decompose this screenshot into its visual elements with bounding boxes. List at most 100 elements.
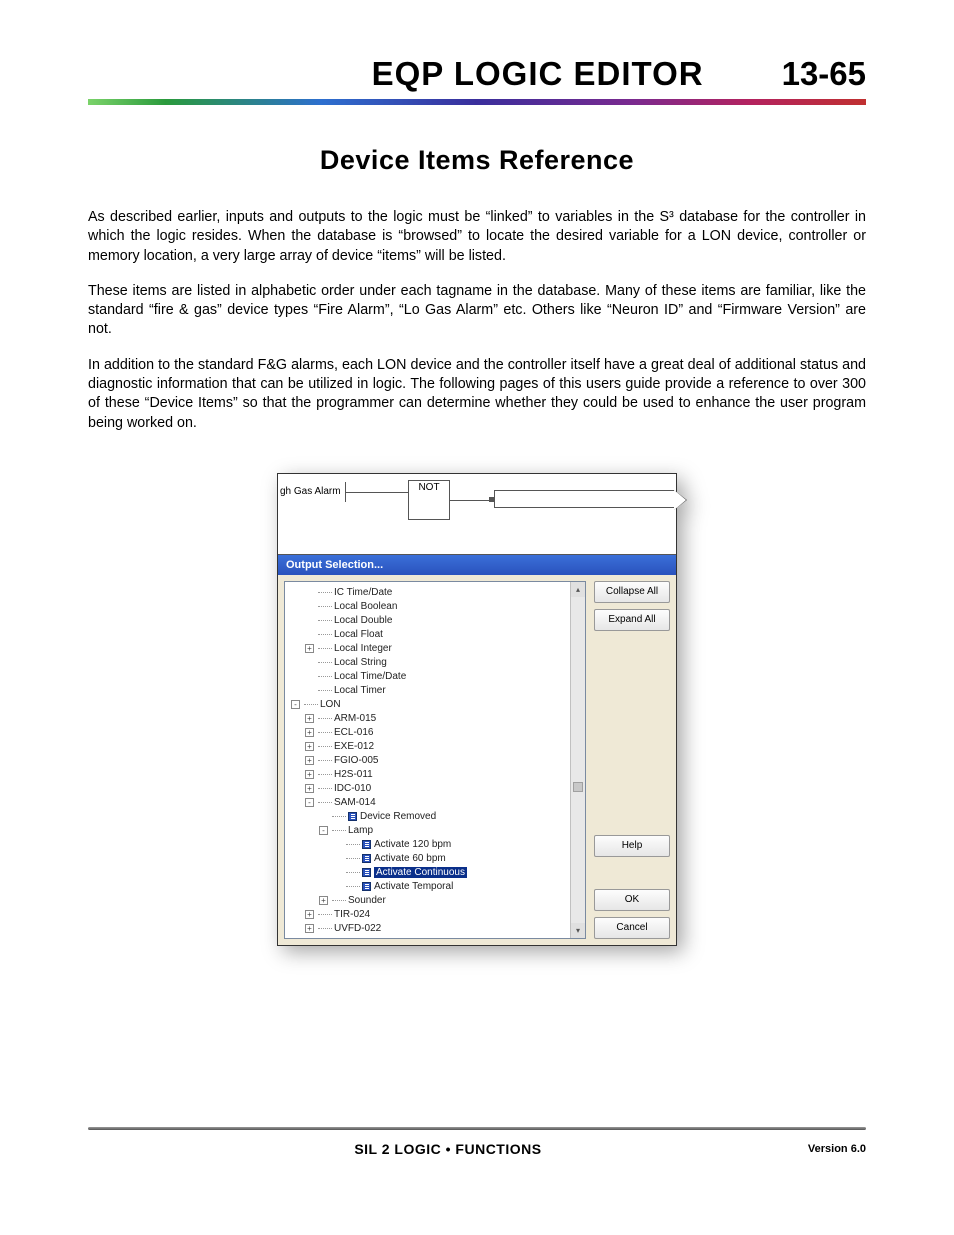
expand-all-button[interactable]: Expand All (594, 609, 670, 631)
tree-label[interactable]: UVFD-022 (334, 923, 381, 934)
tree-label[interactable]: IC Time/Date (334, 587, 392, 598)
tree-connector (318, 760, 332, 761)
tree-label[interactable]: Activate Temporal (374, 881, 453, 892)
tree-row[interactable]: + Sounder (291, 894, 583, 908)
help-button[interactable]: Help (594, 835, 670, 857)
tree-row[interactable]: Local Float (291, 628, 583, 642)
tree-label[interactable]: UVIR-013 (334, 937, 378, 939)
tree-label[interactable]: Device Removed (360, 811, 436, 822)
expand-icon[interactable]: + (305, 924, 314, 933)
scroll-down-icon[interactable]: ▾ (571, 923, 585, 938)
tree-label[interactable]: EXE-012 (334, 741, 374, 752)
paragraph: In addition to the standard F&G alarms, … (88, 356, 866, 433)
scroll-up-icon[interactable]: ▴ (571, 582, 585, 597)
tree-connector (318, 592, 332, 593)
tree-connector (318, 928, 332, 929)
expand-icon[interactable]: + (305, 938, 314, 939)
tree-row[interactable]: Local String (291, 656, 583, 670)
ok-button[interactable]: OK (594, 889, 670, 911)
tree-row[interactable]: + FGIO-005 (291, 754, 583, 768)
tree-label[interactable]: Local String (334, 657, 387, 668)
tree-spacer (305, 686, 314, 695)
tree-connector (332, 900, 346, 901)
tree-row[interactable]: + ECL-016 (291, 726, 583, 740)
tree-spacer (305, 602, 314, 611)
tree-row[interactable]: + UVIR-013 (291, 936, 583, 939)
tree-row[interactable]: IC Time/Date (291, 586, 583, 600)
paragraph: As described earlier, inputs and outputs… (88, 208, 866, 266)
collapse-all-button[interactable]: Collapse All (594, 581, 670, 603)
collapse-icon[interactable]: - (319, 826, 328, 835)
collapse-icon[interactable]: - (305, 798, 314, 807)
tree-label[interactable]: IDC-010 (334, 783, 371, 794)
tree-row[interactable]: Activate Continuous (291, 866, 583, 880)
tree-label[interactable]: Local Timer (334, 685, 386, 696)
tree-row[interactable]: + ARM-015 (291, 712, 583, 726)
scroll-thumb[interactable] (573, 782, 583, 792)
tree-label[interactable]: LON (320, 699, 341, 710)
tree-row[interactable]: Device Removed (291, 810, 583, 824)
tree-label[interactable]: Local Boolean (334, 601, 397, 612)
tree-row[interactable]: + H2S-011 (291, 768, 583, 782)
expand-icon[interactable]: + (305, 770, 314, 779)
tree-label[interactable]: ARM-015 (334, 713, 376, 724)
tree-spacer (333, 882, 342, 891)
tree-row[interactable]: Activate 60 bpm (291, 852, 583, 866)
tree-label[interactable]: H2S-011 (334, 769, 373, 780)
tree-label[interactable]: Local Float (334, 629, 383, 640)
expand-icon[interactable]: + (319, 896, 328, 905)
tree-label[interactable]: FGIO-005 (334, 755, 378, 766)
tree-connector (346, 858, 360, 859)
collapse-icon[interactable]: - (291, 700, 300, 709)
tree-connector (332, 816, 346, 817)
tree-spacer (333, 854, 342, 863)
tree-label[interactable]: Activate 120 bpm (374, 839, 451, 850)
tree-label[interactable]: SAM-014 (334, 797, 376, 808)
tree-label[interactable]: Activate Continuous (374, 867, 467, 878)
expand-icon[interactable]: + (305, 714, 314, 723)
tree-label[interactable]: Local Double (334, 615, 392, 626)
tree-connector (318, 774, 332, 775)
tree-row[interactable]: + UVFD-022 (291, 922, 583, 936)
tree-row[interactable]: Local Boolean (291, 600, 583, 614)
tree-label[interactable]: Sounder (348, 895, 386, 906)
expand-icon[interactable]: + (305, 742, 314, 751)
tree-row[interactable]: - LON (291, 698, 583, 712)
tree-label[interactable]: TIR-024 (334, 909, 370, 920)
expand-icon[interactable]: + (305, 756, 314, 765)
tree-connector (346, 872, 360, 873)
tree-row[interactable]: Local Double (291, 614, 583, 628)
expand-icon[interactable]: + (305, 728, 314, 737)
tree-spacer (305, 658, 314, 667)
tree-label[interactable]: Activate 60 bpm (374, 853, 446, 864)
expand-icon[interactable]: + (305, 644, 314, 653)
header-rule (88, 99, 866, 105)
tree-row[interactable]: Activate Temporal (291, 880, 583, 894)
tree-label[interactable]: Lamp (348, 825, 373, 836)
tree-row[interactable]: Activate 120 bpm (291, 838, 583, 852)
tree-row[interactable]: + Local Integer (291, 642, 583, 656)
expand-icon[interactable]: + (305, 910, 314, 919)
tree-label[interactable]: Local Time/Date (334, 671, 406, 682)
tree-label[interactable]: Local Integer (334, 643, 392, 654)
tree-row[interactable]: + EXE-012 (291, 740, 583, 754)
tree-spacer (305, 672, 314, 681)
cancel-button[interactable]: Cancel (594, 917, 670, 939)
expand-icon[interactable]: + (305, 784, 314, 793)
tree-row[interactable]: + TIR-024 (291, 908, 583, 922)
tree-pane[interactable]: IC Time/Date Local Boolean Local Double Loc… (284, 581, 586, 939)
tree-row[interactable]: Local Time/Date (291, 670, 583, 684)
logic-input-label: gh Gas Alarm (278, 482, 346, 502)
tree-label[interactable]: ECL-016 (334, 727, 373, 738)
scrollbar[interactable]: ▴ ▾ (570, 582, 585, 938)
section-title: Device Items Reference (88, 145, 866, 176)
tree-row[interactable]: + IDC-010 (291, 782, 583, 796)
tree-connector (318, 746, 332, 747)
tree-row[interactable]: - SAM-014 (291, 796, 583, 810)
tree-row[interactable]: - Lamp (291, 824, 583, 838)
item-icon (362, 868, 371, 877)
output-selection-dialog: Output Selection... IC Time/DateLocal Bo… (278, 554, 676, 945)
item-icon (348, 812, 357, 821)
tree-row[interactable]: Local Timer (291, 684, 583, 698)
header-title: EQP Logic Editor (372, 55, 704, 93)
